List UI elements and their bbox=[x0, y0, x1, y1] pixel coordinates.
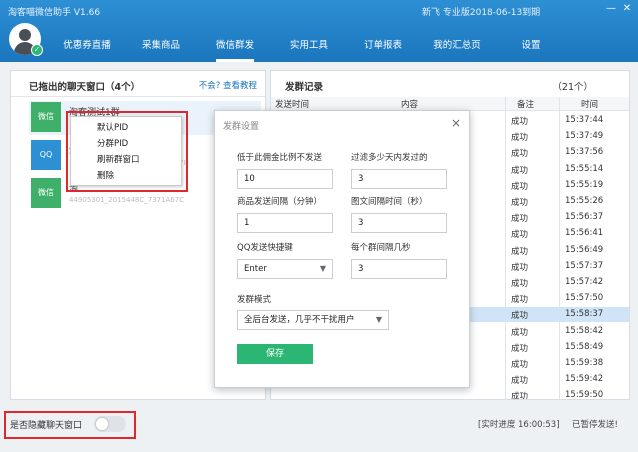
wechat-icon: 微信 bbox=[31, 178, 61, 208]
group-interval-label: 每个群间隔几秒 bbox=[351, 243, 411, 253]
save-button[interactable]: 保存 bbox=[237, 344, 313, 364]
nav-coupon-live[interactable]: 优惠券直播 bbox=[50, 34, 124, 62]
minimize-button[interactable]: — bbox=[604, 3, 618, 15]
dialog-title: 发群设置 bbox=[223, 122, 260, 132]
col-note: 备注 bbox=[517, 100, 535, 110]
interval-label: 商品发送间隔（分钟） bbox=[237, 197, 323, 207]
close-icon[interactable]: × bbox=[451, 116, 461, 130]
log-table-header: 发送时间 内容 备注 时间 bbox=[271, 97, 629, 111]
app-title: 淘客喵微信助手 V1.66 bbox=[8, 8, 101, 18]
group-interval-input[interactable]: 3 bbox=[351, 259, 447, 279]
log-time: 15:59:38 bbox=[565, 358, 604, 368]
ratio-input[interactable]: 10 bbox=[237, 169, 333, 189]
log-status: 成功 bbox=[511, 295, 529, 306]
log-time: 15:58:49 bbox=[565, 341, 604, 352]
log-row[interactable]: 成功 15:59:50 bbox=[271, 388, 629, 400]
image-interval-input[interactable]: 3 bbox=[351, 213, 447, 233]
log-status: 成功 bbox=[511, 117, 529, 127]
log-status: 成功 bbox=[511, 327, 529, 338]
log-time: 15:59:50 bbox=[565, 390, 604, 400]
progress-status: [实时进度 16:00:53] bbox=[478, 420, 560, 430]
avatar-head-shape bbox=[19, 29, 31, 41]
nav-settings[interactable]: 设置 bbox=[494, 34, 568, 62]
log-status: 成功 bbox=[511, 262, 529, 273]
log-status: 成功 bbox=[511, 279, 529, 289]
log-time: 15:56:37 bbox=[565, 212, 604, 223]
send-log-title: 发群记录 bbox=[285, 82, 324, 93]
log-status: 成功 bbox=[511, 343, 529, 354]
log-time: 15:56:49 bbox=[565, 244, 604, 255]
title-bar: 淘客喵微信助手 V1.66 新飞 专业版2018-06-13到期 — ✕ ✓ 优… bbox=[0, 0, 638, 62]
broadcast-settings-dialog: 发群设置 × 低于此佣金比例不发送 过滤多少天内发过的 10 3 商品发送间隔（… bbox=[214, 110, 470, 388]
log-time: 15:58:37 bbox=[565, 309, 604, 320]
log-status: 成功 bbox=[511, 165, 529, 176]
log-time: 15:55:14 bbox=[565, 163, 604, 174]
highlight-box bbox=[4, 411, 136, 439]
log-status: 成功 bbox=[511, 246, 529, 257]
main-nav: 优惠券直播 采集商品 微信群发 实用工具 订单报表 我的汇总页 设置 bbox=[50, 34, 568, 62]
log-time: 15:57:37 bbox=[565, 260, 604, 271]
log-time: 15:55:26 bbox=[565, 196, 604, 206]
log-status: 成功 bbox=[511, 133, 529, 144]
qq-hotkey-select[interactable]: Enter ▼ bbox=[237, 259, 333, 279]
days-input[interactable]: 3 bbox=[351, 169, 447, 189]
nav-tools[interactable]: 实用工具 bbox=[272, 34, 346, 62]
account-info: 新飞 专业版2018-06-13到期 bbox=[422, 8, 541, 18]
chevron-down-icon: ▼ bbox=[319, 264, 326, 273]
close-window-button[interactable]: ✕ bbox=[620, 3, 634, 15]
chat-id: 44905301_2015448C_7371A67C bbox=[69, 196, 185, 204]
log-time: 15:57:50 bbox=[565, 293, 604, 304]
log-time: 15:56:41 bbox=[565, 228, 604, 239]
mode-select[interactable]: 全后台发送，几乎不干扰用户 ▼ bbox=[237, 310, 389, 330]
log-time: 15:55:19 bbox=[565, 179, 604, 190]
log-time: 15:37:56 bbox=[565, 147, 604, 158]
log-time: 15:58:42 bbox=[565, 325, 604, 336]
col-time: 时间 bbox=[581, 100, 599, 110]
log-time: 15:59:42 bbox=[565, 374, 604, 385]
interval-input[interactable]: 1 bbox=[237, 213, 333, 233]
log-time: 15:37:49 bbox=[565, 131, 604, 142]
log-status: 成功 bbox=[511, 181, 529, 192]
check-icon: ✓ bbox=[31, 44, 43, 56]
log-status: 成功 bbox=[511, 230, 529, 241]
highlight-box bbox=[66, 111, 188, 192]
log-status: 成功 bbox=[511, 360, 529, 370]
image-interval-label: 图文间隔时间（秒） bbox=[351, 197, 428, 207]
mode-label: 发群模式 bbox=[237, 295, 272, 305]
wechat-icon: 微信 bbox=[31, 102, 61, 132]
log-status: 成功 bbox=[511, 214, 529, 225]
qq-icon: QQ bbox=[31, 140, 61, 170]
ratio-label: 低于此佣金比例不发送 bbox=[237, 153, 323, 163]
nav-order-report[interactable]: 订单报表 bbox=[346, 34, 420, 62]
log-status: 成功 bbox=[511, 392, 529, 400]
chat-panel-header: 已拖出的聊天窗口（4个） 不会? 查看教程 bbox=[11, 71, 265, 97]
chat-panel-title: 已拖出的聊天窗口（4个） bbox=[29, 82, 141, 93]
send-log-count: （21个） bbox=[552, 82, 593, 93]
log-time: 15:57:42 bbox=[565, 277, 604, 287]
nav-collect-goods[interactable]: 采集商品 bbox=[124, 34, 198, 62]
log-status: 成功 bbox=[511, 198, 529, 208]
qq-hotkey-value: Enter bbox=[244, 264, 267, 274]
days-label: 过滤多少天内发过的 bbox=[351, 153, 428, 163]
log-status: 成功 bbox=[511, 311, 529, 322]
mode-value: 全后台发送，几乎不干扰用户 bbox=[244, 315, 355, 325]
qq-hotkey-label: QQ发送快捷键 bbox=[237, 243, 293, 253]
col-send-type: 发送时间 bbox=[275, 100, 310, 110]
log-time: 15:37:44 bbox=[565, 115, 604, 125]
paused-status: 已暂停发送! bbox=[572, 420, 618, 430]
nav-wechat-broadcast[interactable]: 微信群发 bbox=[198, 34, 272, 62]
log-status: 成功 bbox=[511, 376, 529, 387]
nav-summary[interactable]: 我的汇总页 bbox=[420, 34, 494, 62]
log-status: 成功 bbox=[511, 149, 529, 160]
chevron-down-icon: ▼ bbox=[375, 315, 382, 324]
col-content: 内容 bbox=[401, 100, 419, 110]
tutorial-link[interactable]: 不会? 查看教程 bbox=[199, 79, 257, 91]
